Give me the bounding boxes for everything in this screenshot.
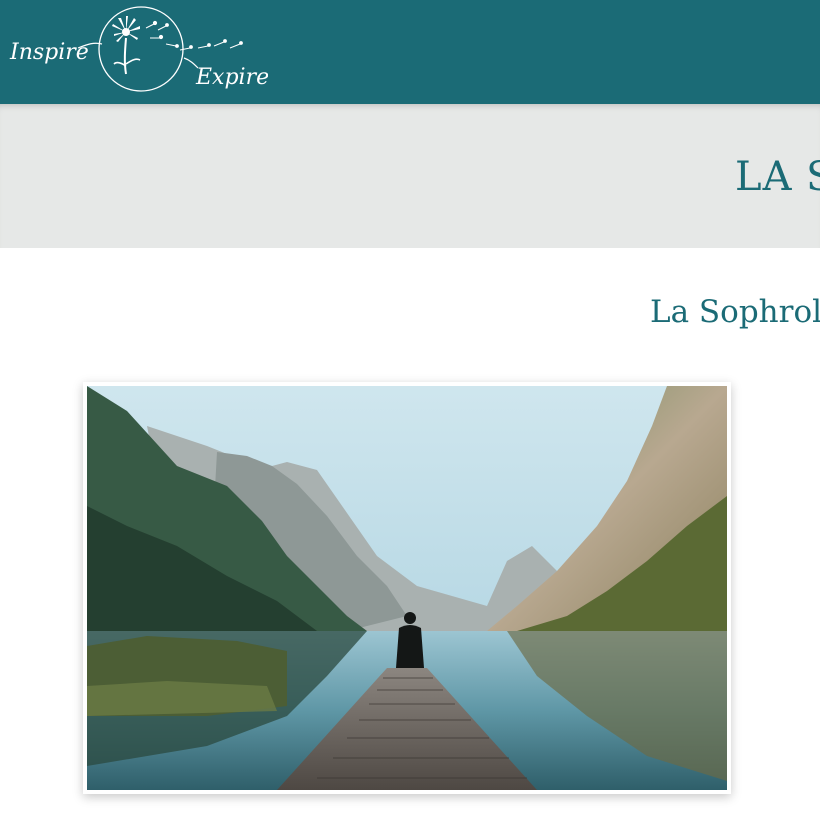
lake-mountain-dock-photo (87, 386, 727, 790)
logo-word-inspire: Inspire (9, 40, 89, 65)
site-logo-link[interactable]: Inspire Expire (8, 4, 269, 96)
site-header: Inspire Expire (0, 0, 820, 104)
hero-band: LA SO (0, 104, 820, 248)
page-title: LA SO (735, 154, 820, 200)
logo-word-expire: Expire (195, 65, 268, 90)
main-content: La Sophrolo (0, 248, 820, 821)
hero-photo-frame (83, 382, 731, 794)
dandelion-icon: Inspire Expire (9, 6, 269, 92)
section-subtitle: La Sophrolo (650, 294, 820, 330)
